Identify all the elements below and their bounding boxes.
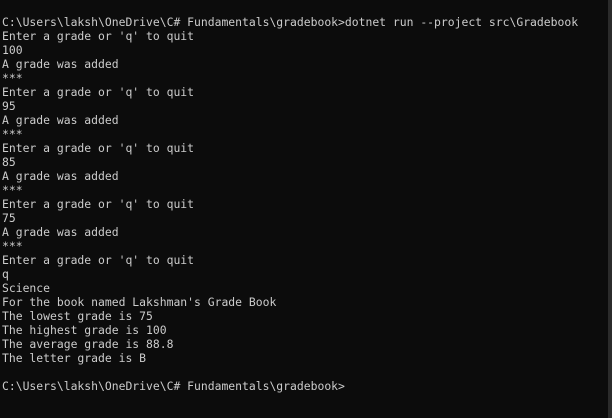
output-line: The letter grade is B [2, 351, 147, 365]
output-line: The lowest grade is 75 [2, 309, 153, 323]
input-line: 85 [2, 155, 16, 169]
input-line: 95 [2, 99, 16, 113]
input-line: q [2, 267, 9, 281]
command-line: C:\Users\laksh\OneDrive\C# Fundamentals\… [2, 15, 579, 29]
output-line: The highest grade is 100 [2, 323, 167, 337]
output-line: A grade was added [2, 113, 119, 127]
output-line: Enter a grade or 'q' to quit [2, 29, 195, 43]
input-line: 100 [2, 43, 23, 57]
command-prompt[interactable]: C:\Users\laksh\OneDrive\C# Fundamentals\… [2, 379, 608, 393]
output-line: Enter a grade or 'q' to quit [2, 197, 195, 211]
output-line: Enter a grade or 'q' to quit [2, 141, 195, 155]
output-line: *** [2, 127, 23, 141]
output-line: Enter a grade or 'q' to quit [2, 253, 195, 267]
terminal-output[interactable]: C:\Users\laksh\OneDrive\C# Fundamentals\… [0, 0, 608, 418]
output-line: *** [2, 239, 23, 253]
output-line: *** [2, 183, 23, 197]
output-line: For the book named Lakshman's Grade Book [2, 295, 277, 309]
output-line: A grade was added [2, 225, 119, 239]
output-line: Science [2, 281, 51, 295]
output-line: Enter a grade or 'q' to quit [2, 85, 195, 99]
vertical-scrollbar[interactable] [608, 0, 612, 418]
output-line: *** [2, 71, 23, 85]
scrollbar-thumb[interactable] [608, 0, 612, 418]
output-line: A grade was added [2, 57, 119, 71]
input-line: 75 [2, 211, 16, 225]
output-line: A grade was added [2, 169, 119, 183]
output-line: The average grade is 88.8 [2, 337, 174, 351]
